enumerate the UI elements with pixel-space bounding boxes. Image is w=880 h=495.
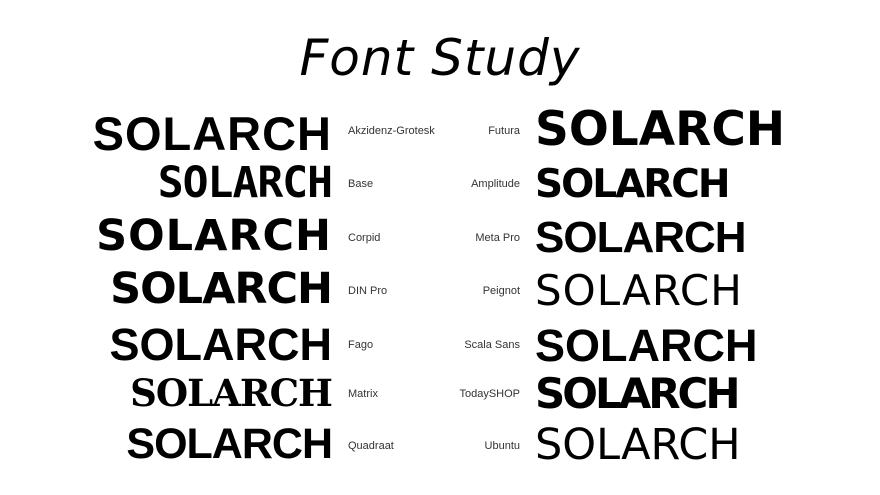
sample-futura: SOLARCH: [535, 102, 786, 157]
font-label-corpid: Corpid: [348, 232, 381, 244]
font-label-din-pro: DIN Pro: [348, 285, 388, 297]
font-label-ubuntu: Ubuntu: [484, 440, 520, 452]
font-label-quadraat: Quadraat: [348, 440, 394, 452]
font-label-peignot: Peignot: [482, 285, 520, 297]
sample-amplitude: SOLARCH: [535, 162, 731, 207]
sample-meta-pro: SOLARCH: [535, 213, 747, 262]
font-label-matrix: Matrix: [348, 388, 378, 400]
font-label-akzidenz-grotesk: Akzidenz-Grotesk: [348, 125, 435, 137]
font-label-scala-sans: Scala Sans: [464, 339, 520, 351]
sample-fago: SOLARCH: [109, 319, 333, 370]
font-label-base: Base: [348, 178, 374, 190]
sample-din-pro: SOLARCH: [110, 264, 333, 314]
sample-corpid: SOLARCH: [96, 211, 332, 261]
sample-todayshop: SOLARCH: [535, 369, 741, 418]
sample-matrix: SOLARCH: [130, 371, 333, 415]
sample-ubuntu: SOLARCH: [535, 420, 741, 470]
sample-scala-sans: SOLARCH: [535, 320, 758, 371]
font-label-fago: Fago: [348, 339, 374, 351]
sample-base: SOLARCH: [157, 158, 333, 208]
font-label-amplitude: Amplitude: [471, 178, 520, 190]
page-title: Font Study: [299, 29, 581, 87]
sample-akzidenz-grotesk: SOLARCH: [92, 107, 332, 160]
sample-quadraat: SOLARCH: [126, 420, 333, 468]
font-label-meta-pro: Meta Pro: [475, 232, 520, 244]
font-label-todayshop: TodaySHOP: [459, 388, 520, 400]
font-label-futura: Futura: [488, 125, 520, 137]
sample-peignot: SOLARCH: [535, 266, 743, 315]
